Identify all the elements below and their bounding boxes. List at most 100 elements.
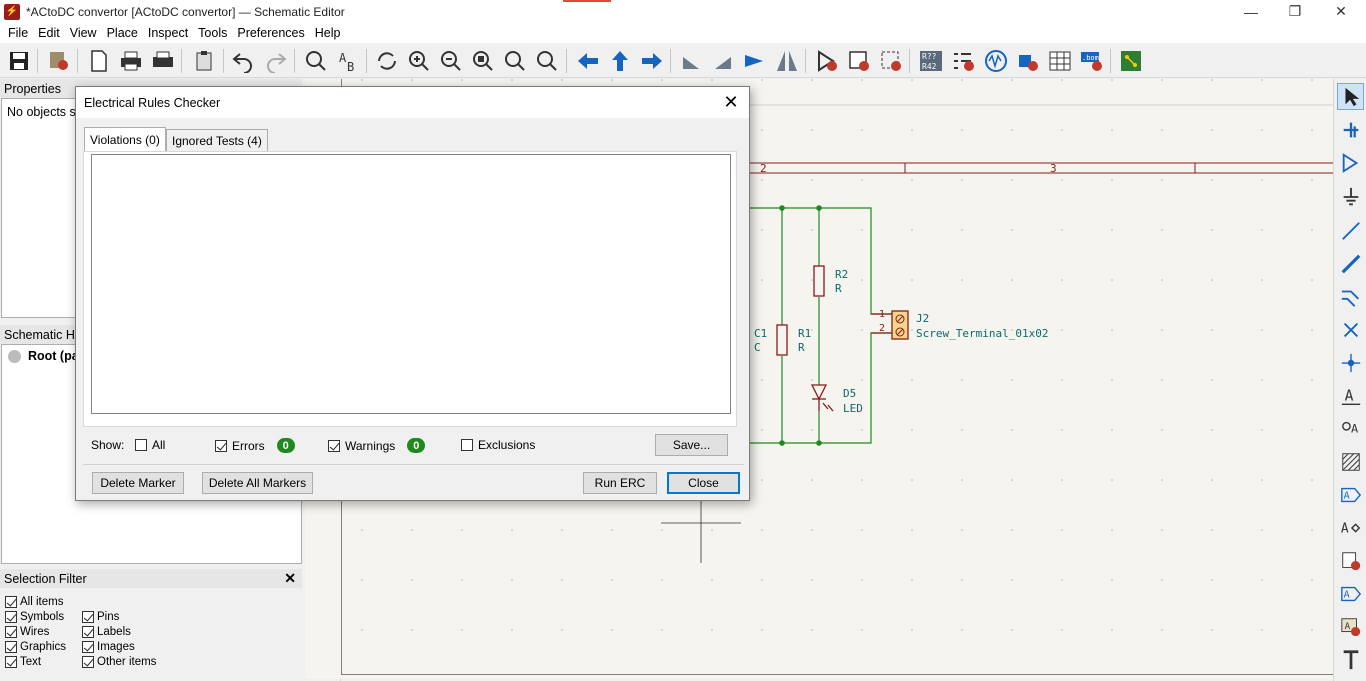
add-power-icon[interactable] (1337, 183, 1364, 210)
add-bus-icon[interactable] (1337, 250, 1364, 277)
refresh-icon[interactable] (373, 47, 401, 75)
menu-view[interactable]: View (65, 26, 102, 40)
show-all-checkbox[interactable]: All (135, 438, 165, 452)
maximize-button[interactable]: ❐ (1272, 0, 1318, 23)
schematic-setup-icon[interactable] (45, 47, 73, 75)
zoom-objects-icon[interactable] (501, 47, 529, 75)
filter-symbols[interactable]: Symbols (5, 611, 64, 623)
show-warnings-checkbox[interactable]: Warnings 0 (328, 438, 426, 453)
add-symbol-icon[interactable] (1337, 149, 1364, 176)
symbol-editor-icon[interactable] (813, 47, 841, 75)
pcb-editor-icon[interactable] (1117, 47, 1145, 75)
add-text-icon[interactable] (1337, 646, 1364, 673)
annotate-refs-icon[interactable]: R?? R42 (917, 47, 945, 75)
show-exclusions-checkbox[interactable]: Exclusions (461, 438, 535, 452)
symbol-fields-table-icon[interactable] (1046, 47, 1074, 75)
add-text-box-icon[interactable]: A (1337, 613, 1364, 640)
minimize-button[interactable]: — (1228, 0, 1274, 23)
menu-preferences[interactable]: Preferences (232, 26, 309, 40)
filter-images[interactable]: Images (82, 641, 135, 653)
zoom-out-icon[interactable] (437, 47, 465, 75)
navigate-forward-icon[interactable] (638, 47, 666, 75)
checkbox-icon[interactable] (328, 439, 340, 452)
d5-value: LED (843, 402, 863, 415)
find-icon[interactable] (302, 47, 330, 75)
print-icon[interactable] (117, 47, 145, 75)
filter-pins[interactable]: Pins (82, 611, 119, 623)
delete-all-markers-button[interactable]: Delete All Markers (202, 472, 313, 494)
filter-all-items[interactable]: All items (5, 596, 63, 608)
symbol-library-browser-icon[interactable] (845, 47, 873, 75)
checkbox-icon[interactable] (135, 439, 147, 451)
zoom-selection-icon[interactable] (533, 47, 561, 75)
add-junction-icon[interactable] (1337, 349, 1364, 376)
mirror-vertical-icon[interactable] (741, 47, 769, 75)
select-tool-icon[interactable] (1337, 83, 1364, 110)
erc-icon[interactable] (950, 47, 978, 75)
paste-icon[interactable] (191, 47, 219, 75)
add-bus-entry-icon[interactable] (1337, 283, 1364, 310)
annotate-icon[interactable] (877, 47, 905, 75)
checkbox-icon[interactable] (215, 439, 227, 452)
menu-place[interactable]: Place (102, 26, 143, 40)
menu-help[interactable]: Help (310, 26, 346, 40)
assign-footprints-icon[interactable] (1014, 47, 1042, 75)
add-label-icon[interactable]: A (1337, 382, 1364, 409)
simulator-icon[interactable] (982, 47, 1010, 75)
hierarchy-root-item[interactable]: Root (pa (8, 349, 79, 363)
checkbox-icon[interactable] (82, 656, 94, 668)
add-sheet-icon[interactable] (1337, 547, 1364, 574)
checkbox-icon[interactable] (5, 626, 17, 638)
tab-ignored-tests[interactable]: Ignored Tests (4) (166, 129, 268, 151)
plot-icon[interactable] (149, 47, 177, 75)
add-hier-label-icon[interactable]: A (1337, 514, 1364, 541)
rotate-cw-icon[interactable] (709, 47, 737, 75)
show-errors-checkbox[interactable]: Errors 0 (215, 438, 295, 453)
checkbox-icon[interactable] (461, 439, 473, 451)
redo-icon[interactable] (262, 47, 290, 75)
checkbox-icon[interactable] (82, 611, 94, 623)
zoom-in-icon[interactable] (405, 47, 433, 75)
menu-inspect[interactable]: Inspect (143, 26, 193, 40)
rotate-ccw-icon[interactable] (677, 47, 705, 75)
highlight-net-icon[interactable] (1337, 116, 1364, 143)
undo-icon[interactable] (229, 47, 257, 75)
no-connect-icon[interactable] (1337, 316, 1364, 343)
checkbox-icon[interactable] (5, 611, 17, 623)
save-button[interactable]: Save... (655, 434, 728, 456)
add-global-label-icon[interactable]: A (1337, 481, 1364, 508)
run-erc-button[interactable]: Run ERC (583, 472, 657, 494)
navigate-back-icon[interactable] (574, 47, 602, 75)
generate-bom-icon[interactable]: .bom (1078, 47, 1106, 75)
add-net-class-icon[interactable]: A (1337, 415, 1364, 442)
filter-other-items[interactable]: Other items (82, 656, 156, 668)
checkbox-icon[interactable] (5, 641, 17, 653)
import-sheet-pin-icon[interactable]: A (1337, 580, 1364, 607)
filter-graphics[interactable]: Graphics (5, 641, 66, 653)
dialog-close-icon[interactable]: ✕ (721, 92, 741, 112)
menu-edit[interactable]: Edit (33, 26, 65, 40)
add-rule-area-icon[interactable] (1337, 448, 1364, 475)
filter-text[interactable]: Text (5, 656, 41, 668)
zoom-fit-icon[interactable] (469, 47, 497, 75)
mirror-horizontal-icon[interactable] (773, 47, 801, 75)
filter-labels[interactable]: Labels (82, 626, 131, 638)
checkbox-icon[interactable] (5, 656, 17, 668)
save-icon[interactable] (5, 47, 33, 75)
menu-tools[interactable]: Tools (193, 26, 232, 40)
close-window-button[interactable]: ✕ (1318, 0, 1364, 23)
find-replace-icon[interactable]: AB (334, 47, 362, 75)
checkbox-icon[interactable] (82, 641, 94, 653)
tab-violations[interactable]: Violations (0) (84, 127, 166, 151)
filter-wires[interactable]: Wires (5, 626, 49, 638)
checkbox-icon[interactable] (82, 626, 94, 638)
page-settings-icon[interactable] (85, 47, 113, 75)
add-wire-icon[interactable] (1337, 217, 1364, 244)
navigate-up-icon[interactable] (606, 47, 634, 75)
checkbox-icon[interactable] (5, 596, 17, 608)
close-selection-filter-icon[interactable]: ✕ (284, 570, 296, 587)
close-button[interactable]: Close (667, 472, 740, 494)
violations-list[interactable] (91, 154, 731, 414)
menu-file[interactable]: File (3, 26, 33, 40)
delete-marker-button[interactable]: Delete Marker (92, 472, 184, 494)
